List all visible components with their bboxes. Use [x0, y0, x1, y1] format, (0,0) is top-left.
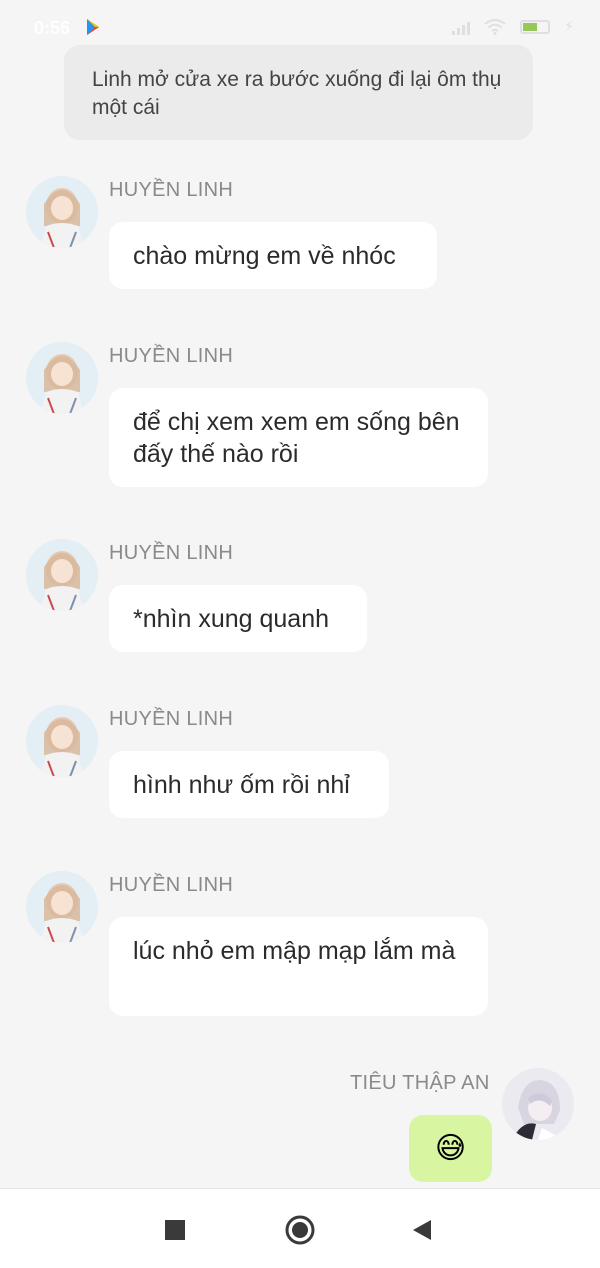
emoji-sweat-smile: 😅	[434, 1132, 467, 1165]
avatar[interactable]	[26, 871, 98, 943]
message-bubble[interactable]: chào mừng em về nhóc	[109, 222, 437, 289]
avatar[interactable]	[26, 539, 98, 611]
status-time: 0:56	[34, 18, 71, 38]
wifi-icon	[484, 18, 506, 35]
my-message-bubble[interactable]: 😅	[409, 1115, 492, 1182]
message-bubble[interactable]: để chị xem xem em sống bên đấy thế nào r…	[109, 388, 488, 487]
square-icon[interactable]	[160, 1215, 190, 1245]
narration-box: Linh mở cửa xe ra bước xuống đi lại ôm t…	[64, 45, 533, 140]
avatar[interactable]	[26, 705, 98, 777]
message-bubble[interactable]: hình như ốm rồi nhỉ	[109, 751, 389, 818]
avatar[interactable]	[26, 176, 98, 248]
battery-icon	[520, 19, 551, 34]
signal-icon	[452, 19, 471, 35]
charging-icon: ⚡	[564, 18, 574, 34]
avatar[interactable]	[26, 342, 98, 414]
sender-name: HUYỀN LINH	[109, 542, 234, 564]
message-bubble[interactable]: *nhìn xung quanh	[109, 585, 367, 652]
message-bubble[interactable]: lúc nhỏ em mập mạp lắm mà	[109, 917, 488, 1016]
triangle-back-icon[interactable]	[407, 1215, 437, 1245]
play-store-icon	[87, 19, 99, 35]
navigation-bar	[0, 1188, 600, 1268]
sender-name: HUYỀN LINH	[109, 708, 234, 730]
sender-name: HUYỀN LINH	[109, 345, 234, 367]
my-sender-name: TIÊU THẬP AN	[350, 1072, 490, 1094]
sender-name: HUYỀN LINH	[109, 179, 234, 201]
circle-icon[interactable]	[285, 1215, 315, 1245]
my-avatar[interactable]	[502, 1068, 574, 1140]
sender-name: HUYỀN LINH	[109, 874, 234, 896]
